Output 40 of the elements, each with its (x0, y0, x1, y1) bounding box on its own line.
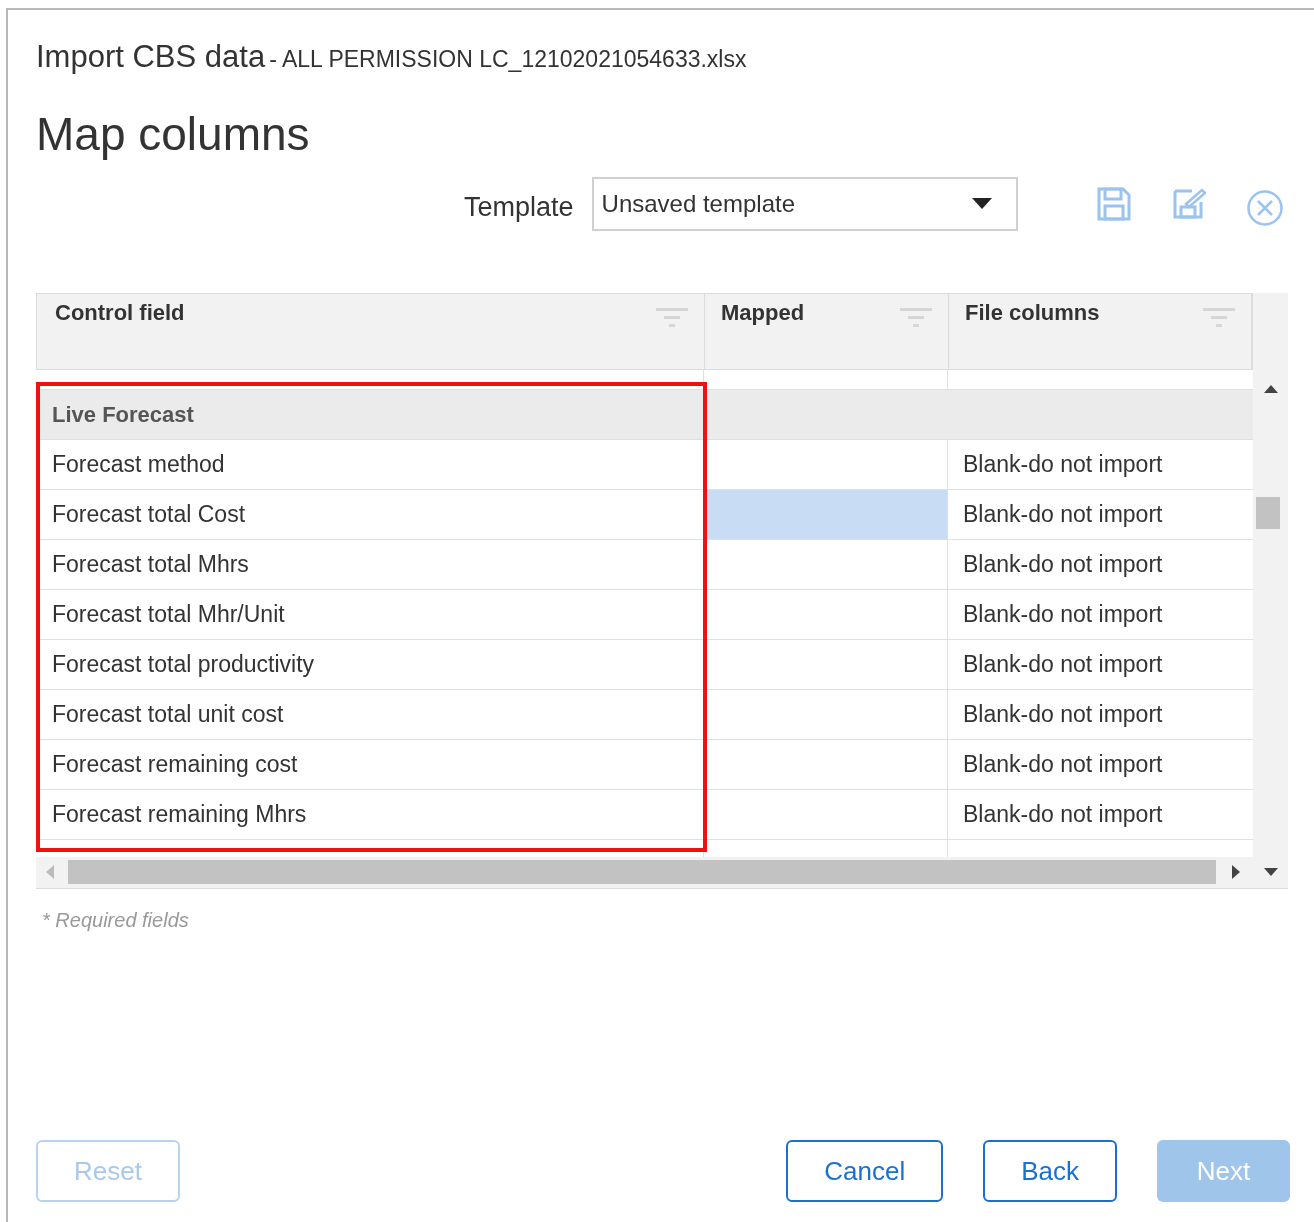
save-icon[interactable] (1095, 185, 1132, 222)
caret-icon (971, 198, 992, 209)
table-cell-text: Blank-do not import (962, 549, 1164, 579)
table-cell-text: Blank-do not import (962, 449, 1164, 479)
scroll-left-icon[interactable] (46, 865, 54, 879)
table-cell-text: Blank-do not import (962, 499, 1164, 529)
table-cell-text: Blank-do not import (962, 649, 1164, 679)
scroll-thumb[interactable] (1256, 496, 1280, 529)
scroll-down-icon[interactable] (1264, 868, 1278, 876)
template-label: Template (464, 191, 574, 225)
horizontal-scroll-thumb[interactable] (68, 860, 1216, 884)
column-header[interactable]: File columns (949, 293, 1252, 369)
dialog-button[interactable]: Cancel (786, 1140, 944, 1202)
table-cell: Forecast remaining Mhrs (36, 789, 704, 839)
table-cell: Forecast remaining cost (36, 739, 704, 789)
table-cell-text: Blank-do not import (962, 799, 1164, 829)
table-cell: Forecast total Cost (36, 489, 704, 539)
filter-icon[interactable] (656, 305, 688, 328)
dialog-title: Import CBS data (36, 38, 266, 76)
vertical-scrollbar[interactable] (1253, 292, 1288, 857)
column-header[interactable]: Control field (37, 293, 705, 369)
table-cell: Forecast total Mhrs (36, 539, 704, 589)
filter-icon[interactable] (1203, 305, 1235, 328)
scroll-up-icon[interactable] (1264, 384, 1278, 393)
table-cell-text: Blank-do not import (962, 749, 1164, 779)
mapped-cell[interactable] (704, 489, 948, 539)
column-header[interactable]: Mapped (705, 293, 949, 369)
required-note: * Required fields (42, 907, 189, 933)
filter-icon[interactable] (900, 305, 932, 328)
edit-save-icon[interactable] (1171, 187, 1206, 220)
table-cell: Forecast total productivity (36, 639, 704, 689)
template-dropdown[interactable]: Unsaved template (591, 176, 1018, 231)
close-icon[interactable] (1245, 188, 1284, 227)
dialog-button[interactable]: Back (983, 1140, 1117, 1202)
table-cell: Forecast total unit cost (36, 689, 704, 739)
table-cell: Forecast total Mhr/Unit (36, 589, 704, 639)
table-cell-text: Blank-do not import (962, 699, 1164, 729)
table-cell-text: Blank-do not import (962, 599, 1164, 629)
scroll-right-icon[interactable] (1232, 865, 1240, 879)
file-name: - ALL PERMISSION LC_12102021054633.xlsx (269, 45, 747, 74)
